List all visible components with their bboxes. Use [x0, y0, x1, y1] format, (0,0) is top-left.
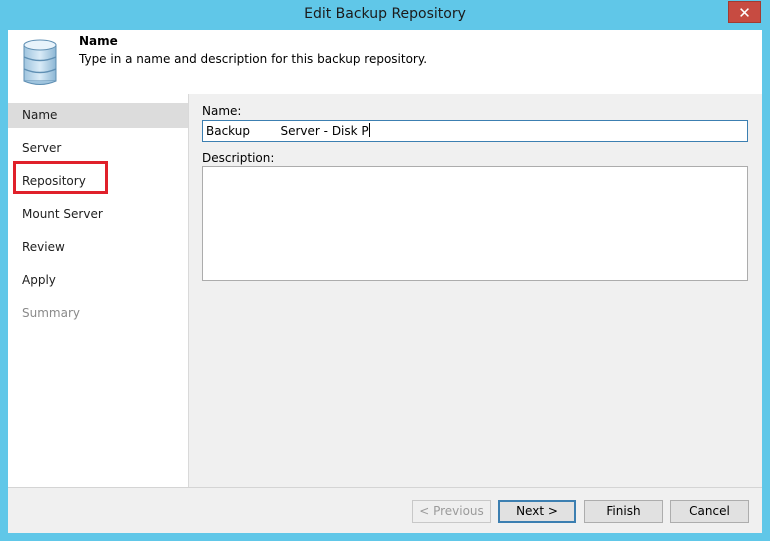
- next-button[interactable]: Next >: [498, 500, 576, 523]
- repository-highlight-annotation: [13, 161, 108, 194]
- window-title: Edit Backup Repository: [304, 6, 466, 22]
- nav-item-review[interactable]: Review: [8, 235, 188, 260]
- dialog-client: Name Type in a name and description for …: [8, 30, 762, 533]
- nav-item-summary: Summary: [22, 306, 80, 320]
- step-title: Name: [79, 34, 118, 48]
- text-caret: [368, 123, 370, 137]
- name-field-value: Backup Server - Disk P: [206, 124, 369, 138]
- nav-item-server[interactable]: Server: [8, 136, 188, 161]
- wizard-steps-nav: Name Server Repository Mount Server Revi…: [8, 94, 189, 487]
- name-field[interactable]: Backup Server - Disk P: [202, 120, 748, 142]
- cancel-button[interactable]: Cancel: [670, 500, 749, 523]
- database-icon: [23, 39, 57, 85]
- close-button[interactable]: ✕: [728, 1, 761, 23]
- nav-item-mount-server[interactable]: Mount Server: [8, 202, 188, 227]
- step-description: Type in a name and description for this …: [79, 52, 428, 66]
- previous-button: < Previous: [412, 500, 491, 523]
- footer-separator: [8, 487, 762, 488]
- title-bar: Edit Backup Repository ✕: [0, 0, 770, 30]
- description-field[interactable]: [202, 166, 748, 281]
- name-label: Name:: [202, 104, 242, 118]
- finish-button[interactable]: Finish: [584, 500, 663, 523]
- wizard-header: Name Type in a name and description for …: [8, 30, 762, 94]
- nav-item-apply[interactable]: Apply: [8, 268, 188, 293]
- description-label: Description:: [202, 151, 275, 165]
- nav-item-name[interactable]: Name: [8, 103, 188, 128]
